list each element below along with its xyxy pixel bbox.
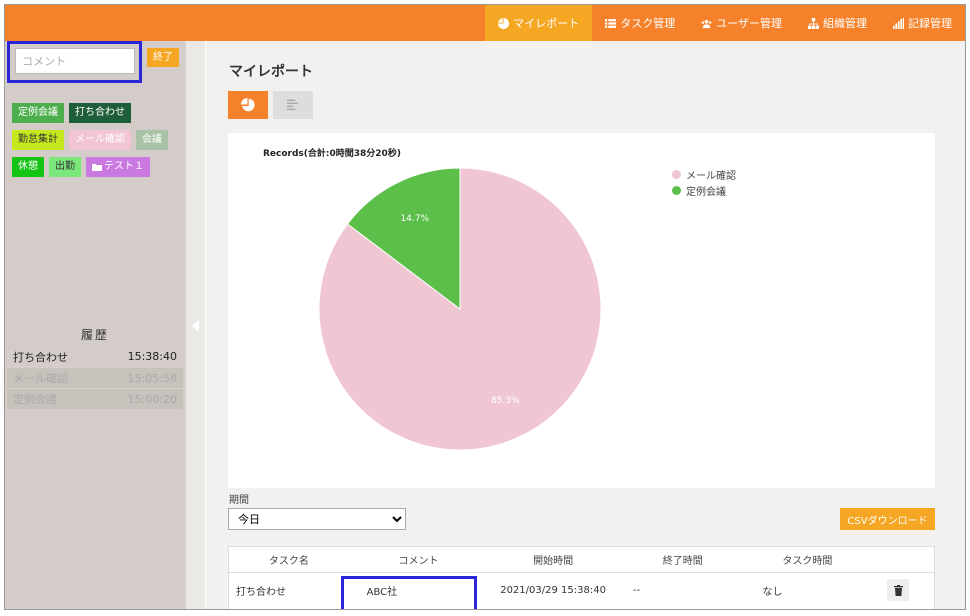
nav-item-label: タスク管理 — [620, 17, 676, 30]
tag-row: 休憩 出勤 テスト１ — [12, 157, 182, 177]
tag-row: 定例会議 打ち合わせ — [12, 103, 182, 123]
bar-view-button[interactable] — [273, 91, 313, 119]
sidebar-collapse-handle[interactable] — [185, 41, 205, 609]
task-tag-list: 定例会議 打ち合わせ 勤怠集計 メール確認 会議 休憩 出勤 テスト１ — [12, 103, 182, 184]
table-header: タスク名 コメント 開始時間 終了時間 タスク時間 — [229, 547, 934, 573]
top-navbar: マイレポート タスク管理 ユーザー管理 組織管理 記録管理 — [5, 5, 965, 41]
legend-label: 定例会議 — [686, 186, 726, 198]
nav-item-task-management[interactable]: タスク管理 — [592, 5, 688, 41]
signal-bars-icon — [893, 17, 904, 29]
tag-label: 会議 — [142, 134, 162, 145]
csv-download-button[interactable]: CSVダウンロード — [840, 508, 935, 530]
pie-data-label: 85.3% — [491, 396, 520, 406]
delete-button[interactable] — [887, 579, 910, 601]
pie-chart-icon — [241, 98, 255, 112]
app-window: マイレポート タスク管理 ユーザー管理 組織管理 記録管理 終了 — [4, 4, 966, 610]
chevron-left-icon — [192, 320, 199, 332]
history-task: 打ち合わせ — [13, 350, 68, 364]
tag-label: 出勤 — [55, 161, 75, 172]
tag-mail-kakunin[interactable]: メール確認 — [69, 130, 131, 150]
nav-item-record-management[interactable]: 記録管理 — [880, 5, 965, 41]
history-time: 15:00:20 — [127, 392, 177, 406]
period-label: 期間 — [229, 495, 249, 506]
cell-actions — [867, 579, 934, 601]
cell-duration: なし — [762, 586, 783, 598]
nav-item-label: 記録管理 — [908, 17, 952, 30]
cell-comment: ABC社 — [340, 575, 489, 609]
table-row[interactable]: 打ち合わせ ABC社 2021/03/29 15:38:40 -- なし — [229, 573, 934, 609]
nav-item-org-management[interactable]: 組織管理 — [795, 5, 880, 41]
page-title: マイレポート — [229, 64, 313, 80]
nav-item-label: マイレポート — [513, 17, 580, 30]
tag-kaigi[interactable]: 会議 — [136, 130, 168, 150]
bar-list-icon — [287, 99, 298, 111]
tag-uchiawase[interactable]: 打ち合わせ — [69, 103, 131, 123]
column-header: 開始時間 — [533, 556, 574, 567]
legend-item[interactable]: メール確認 — [672, 166, 736, 182]
history-task: メール確認 — [13, 372, 68, 385]
legend-item[interactable]: 定例会議 — [672, 182, 736, 198]
history-time: 15:38:40 — [127, 350, 177, 363]
comment-highlight-box — [7, 41, 142, 83]
tag-kyukei[interactable]: 休憩 — [12, 157, 44, 177]
main-nav: マイレポート タスク管理 ユーザー管理 組織管理 記録管理 — [485, 5, 965, 41]
tag-teirei-kaigi[interactable]: 定例会議 — [12, 103, 64, 123]
nav-item-label: 組織管理 — [823, 17, 867, 30]
pie-chart-icon — [498, 17, 510, 29]
column-header: コメント — [398, 556, 439, 567]
pie-data-label: 14.7% — [400, 214, 429, 224]
tag-label: 打ち合わせ — [75, 107, 125, 118]
records-table: タスク名 コメント 開始時間 終了時間 タスク時間 打ち合わせ ABC社 202… — [228, 546, 935, 609]
history-item[interactable]: 定例会議 15:00:20 — [7, 388, 183, 409]
tag-test-folder[interactable]: テスト１ — [86, 157, 150, 177]
legend-swatch — [672, 185, 681, 195]
history-list: 打ち合わせ 15:38:40 メール確認 15:05:58 定例会議 15:00… — [7, 346, 183, 409]
sitemap-icon — [808, 17, 819, 29]
legend-label: メール確認 — [686, 170, 736, 182]
tag-label: テスト１ — [104, 161, 144, 172]
chart-card: Records(合計:0時間38分20秒) 85.3% 14.7% メール確認 定… — [228, 133, 935, 488]
tag-label: 定例会議 — [18, 107, 58, 118]
sidebar: 終了 定例会議 打ち合わせ 勤怠集計 メール確認 会議 休憩 出勤 テスト１ 履… — [5, 41, 185, 609]
nav-item-label: ユーザー管理 — [716, 17, 782, 30]
pie-view-button[interactable] — [228, 91, 268, 119]
legend-swatch — [672, 169, 681, 179]
end-button[interactable]: 終了 — [147, 48, 179, 67]
list-icon — [605, 18, 617, 28]
column-header: 終了時間 — [662, 556, 703, 567]
cell-start-time: 2021/03/29 15:38:40 — [500, 584, 606, 596]
history-time: 15:05:58 — [127, 371, 177, 385]
cell-task: 打ち合わせ — [236, 586, 286, 598]
tag-shukkin[interactable]: 出勤 — [49, 157, 81, 177]
history-title: 履歴 — [80, 328, 109, 342]
users-icon — [701, 19, 712, 28]
history-item[interactable]: メール確認 15:05:58 — [7, 367, 183, 388]
history-task: 定例会議 — [13, 393, 57, 406]
comment-input[interactable] — [15, 48, 135, 74]
comment-cell-highlight-box — [340, 575, 477, 609]
trash-icon — [893, 584, 903, 596]
tag-label: 勤怠集計 — [18, 134, 58, 145]
tag-label: メール確認 — [75, 134, 125, 145]
column-header: タスク名 — [268, 556, 309, 567]
period-select[interactable]: 今日 — [228, 508, 406, 530]
chart-legend: メール確認 定例会議 — [672, 166, 736, 198]
cell-end-time: -- — [632, 584, 641, 596]
tag-label: 休憩 — [18, 161, 38, 172]
nav-item-user-management[interactable]: ユーザー管理 — [688, 5, 795, 41]
main-content: マイレポート Records(合計:0時間38分20秒) 85.3% 14.7% … — [206, 41, 965, 609]
folder-icon — [92, 164, 102, 171]
tag-row: 勤怠集計 メール確認 会議 — [12, 130, 182, 150]
history-item[interactable]: 打ち合わせ 15:38:40 — [7, 346, 183, 367]
tag-kintai-shukei[interactable]: 勤怠集計 — [12, 130, 64, 150]
column-header: タスク時間 — [782, 556, 833, 567]
nav-item-my-report[interactable]: マイレポート — [485, 5, 593, 41]
pie-chart: 85.3% 14.7% — [318, 167, 602, 451]
